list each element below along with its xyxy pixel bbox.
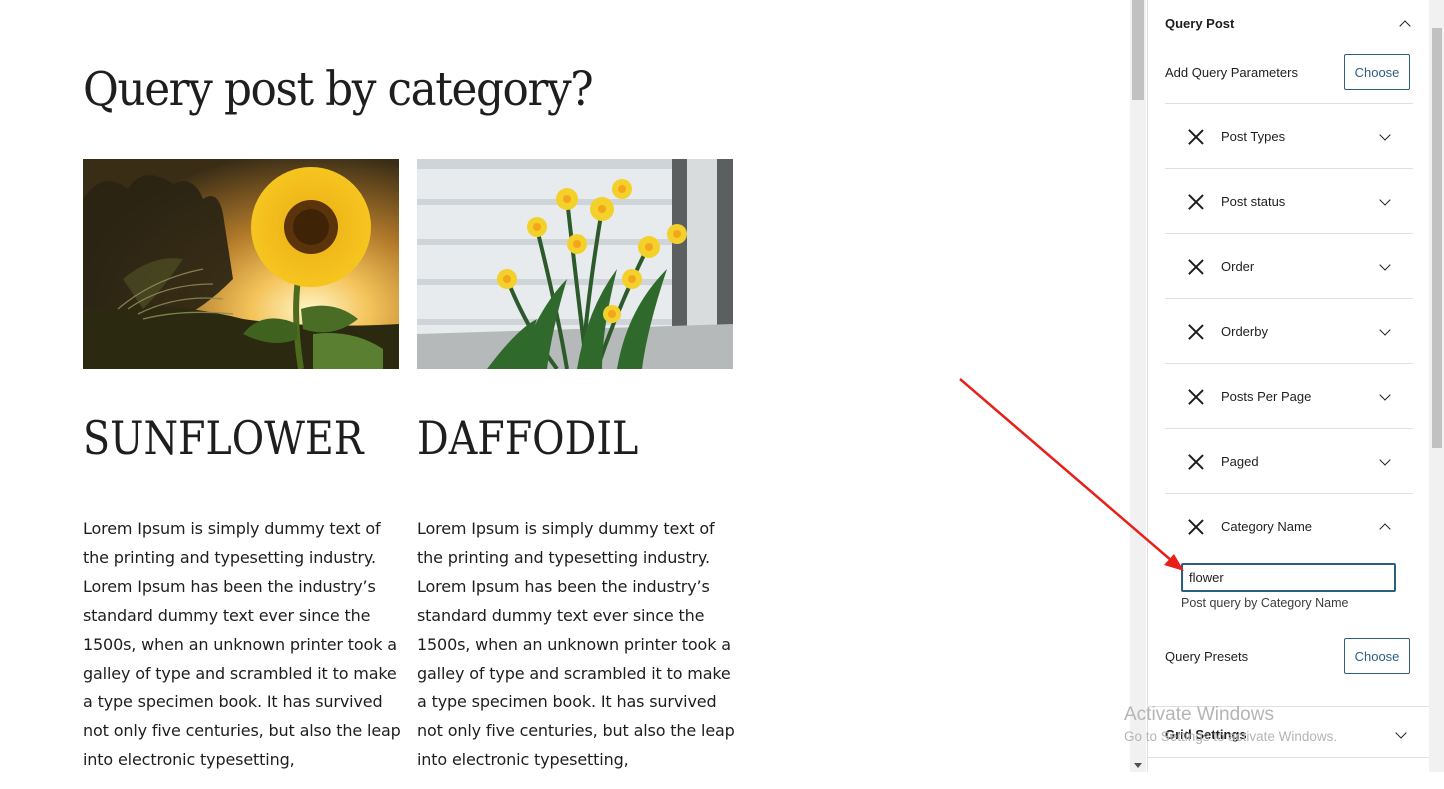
remove-icon[interactable] — [1187, 193, 1205, 211]
param-order[interactable]: Order — [1165, 233, 1413, 299]
param-orderby[interactable]: Orderby — [1165, 298, 1413, 364]
param-label: Paged — [1221, 454, 1259, 469]
post-title[interactable]: DAFFODIL — [417, 415, 638, 461]
remove-icon[interactable] — [1187, 323, 1205, 341]
param-label: Order — [1221, 259, 1255, 274]
remove-icon[interactable] — [1187, 388, 1205, 406]
chevron-down-icon — [1379, 324, 1391, 336]
canvas-scrollbar-thumb[interactable] — [1132, 0, 1144, 100]
post-excerpt: Lorem Ipsum is simply dummy text of the … — [83, 519, 401, 770]
param-label: Post Types — [1221, 129, 1286, 144]
chevron-down-icon — [1395, 727, 1407, 739]
editor-canvas: Query post by category? SUNFLOWER Lorem … — [0, 0, 1130, 772]
query-presets-label: Query Presets — [1165, 649, 1249, 664]
scroll-down-arrow-icon[interactable] — [1134, 763, 1142, 768]
page-title[interactable]: Query post by category? — [83, 62, 594, 118]
add-query-parameters-choose-button[interactable]: Choose — [1344, 54, 1410, 90]
post-title[interactable]: SUNFLOWER — [83, 415, 364, 461]
chevron-down-icon — [1379, 194, 1391, 206]
chevron-down-icon — [1379, 259, 1391, 271]
remove-icon[interactable] — [1187, 518, 1205, 536]
param-label: Posts Per Page — [1221, 389, 1312, 404]
param-label: Category Name — [1221, 519, 1313, 534]
post-excerpt: Lorem Ipsum is simply dummy text of the … — [417, 519, 735, 770]
chevron-down-icon — [1379, 389, 1391, 401]
add-query-parameters-label: Add Query Parameters — [1165, 65, 1298, 80]
param-label: Post status — [1221, 194, 1286, 209]
chevron-up-icon — [1379, 523, 1391, 535]
remove-icon[interactable] — [1187, 128, 1205, 146]
sunflower-image[interactable] — [83, 159, 399, 369]
remove-icon[interactable] — [1187, 453, 1205, 471]
param-post-status[interactable]: Post status — [1165, 168, 1413, 234]
param-paged[interactable]: Paged — [1165, 428, 1413, 494]
chevron-up-icon — [1399, 20, 1411, 32]
category-name-input[interactable] — [1181, 563, 1396, 592]
param-post-types[interactable]: Post Types — [1165, 103, 1413, 169]
sidebar-scrollbar-thumb[interactable] — [1432, 28, 1442, 448]
category-name-help: Post query by Category Name — [1181, 596, 1349, 610]
query-post-panel-header[interactable]: Query Post — [1165, 14, 1413, 34]
param-label: Orderby — [1221, 324, 1268, 339]
sidebar-divider — [1147, 757, 1429, 758]
canvas-scrollbar[interactable] — [1130, 0, 1146, 772]
chevron-down-icon — [1379, 454, 1391, 466]
param-category-name[interactable]: Category Name — [1165, 493, 1413, 559]
grid-settings-title: Grid Settings — [1165, 727, 1247, 742]
settings-sidebar: Query Post Add Query Parameters Choose P… — [1147, 0, 1430, 772]
chevron-down-icon — [1379, 129, 1391, 141]
param-posts-per-page[interactable]: Posts Per Page — [1165, 363, 1413, 429]
grid-settings-panel-header[interactable]: Grid Settings — [1148, 706, 1430, 763]
query-presets-choose-button[interactable]: Choose — [1344, 638, 1410, 674]
daffodil-image[interactable] — [417, 159, 733, 369]
query-post-panel-title: Query Post — [1165, 16, 1235, 31]
post-card-daffodil: DAFFODIL Lorem Ipsum is simply dummy tex… — [417, 159, 735, 769]
remove-icon[interactable] — [1187, 258, 1205, 276]
sidebar-scrollbar[interactable] — [1429, 0, 1444, 772]
post-card-sunflower: SUNFLOWER Lorem Ipsum is simply dummy te… — [83, 159, 401, 769]
